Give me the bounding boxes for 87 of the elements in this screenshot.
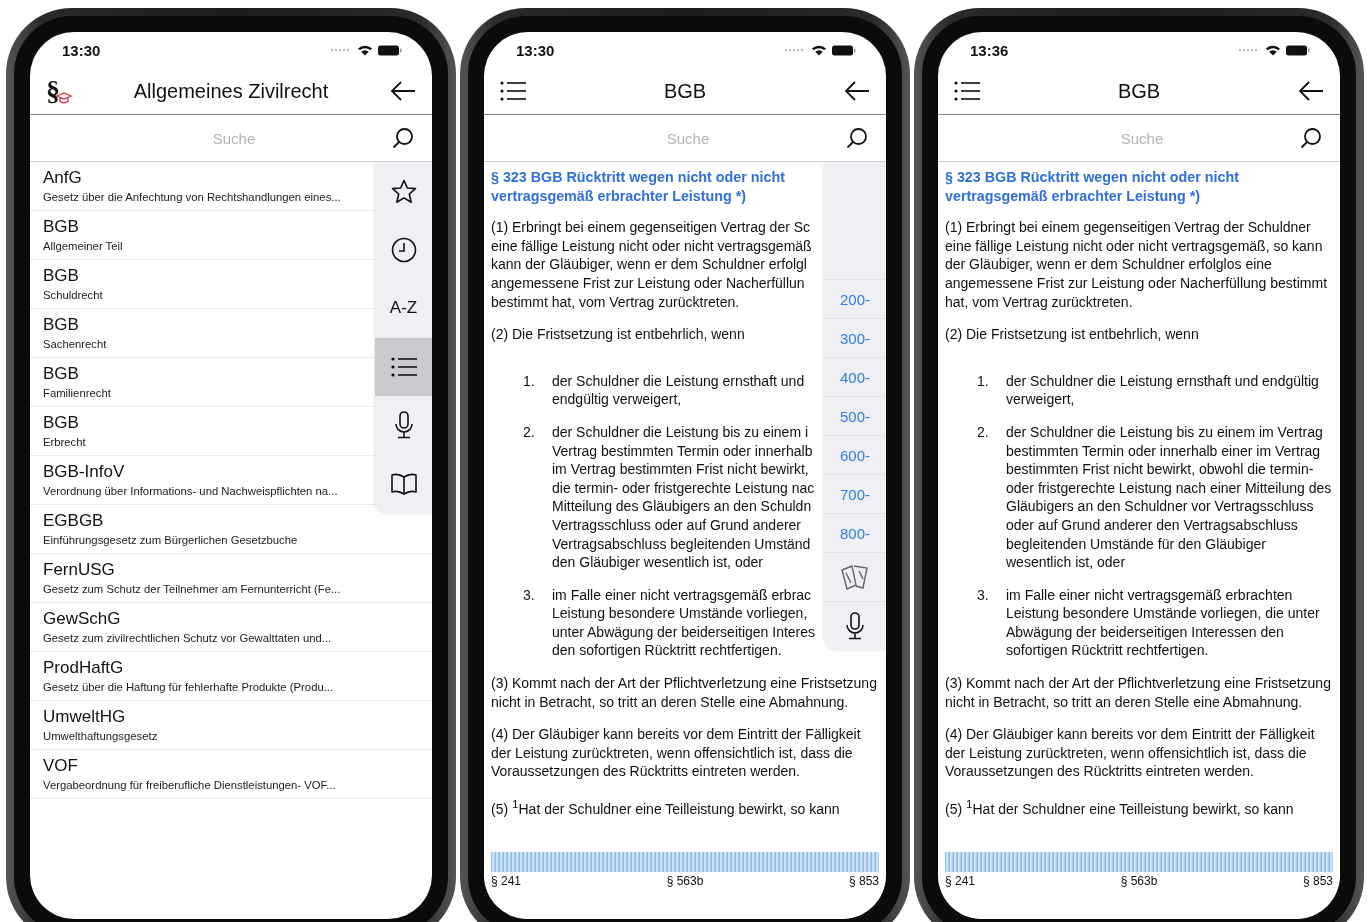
paragraph: (4) Der Gläubiger kann bereits vor dem Eintritt der Fälligkeit der Leistung zurücktreten, wenn offensichtlich ist, dass die Voraussetzungen des Rücktritts eintreten werden. <box>945 725 1316 782</box>
list-item-text: im Falle einer nicht vertragsgemäß erbrac Leistung besondere Umstände vorliegen, unter Abwägung der beiderseitigen Interes den sofortigen Rücktritt rechtfertigen. <box>552 585 816 661</box>
paragraph: (5) $^{1}$Hat der Schuldner eine Teilleistung bewirkt, so kann <box>945 796 1295 819</box>
list-number: 3. <box>977 585 990 605</box>
microphone-icon <box>845 612 865 640</box>
battery-icon <box>832 44 856 56</box>
paragraph: (2) Die Fristsetzung ist entbehrlich, wenn <box>491 325 745 344</box>
toolbar-button[interactable]: A-Z <box>375 279 432 338</box>
paragraph: (1) Erbringt bei einem gegenseitigen Vertrag der Sc eine fällige Leistung nicht oder nicht vertragsgemäß kann der Gläubiger, wenn er dem Schuldner erfolgl angemessene Frist zur Leistung oder Nacherfüllun bestimmt hat, vom Vertrag zurücktreten. <box>491 218 812 312</box>
graduation-cap-icon <box>56 92 72 104</box>
search-icon[interactable] <box>392 127 414 149</box>
toolbar-button[interactable]: 400- <box>824 357 886 396</box>
law-list-item[interactable]: EGBGB Einführungsgesetz zum Bürgerlichen Gesetzbuche <box>43 510 298 548</box>
cards-icon <box>839 563 871 591</box>
signal-icon <box>784 48 804 52</box>
signal-icon <box>330 48 350 52</box>
screen-title: BGB <box>662 79 708 104</box>
search-icon[interactable] <box>846 127 868 149</box>
law-list-item[interactable]: BGB-InfoV Verordnung über Informations- und Nachweispflichten na... <box>43 461 338 499</box>
law-list-item[interactable]: BGB Familienrecht <box>43 363 111 401</box>
list-number: 2. <box>523 422 536 442</box>
list-number: 3. <box>523 585 536 605</box>
list-number: 1. <box>523 371 536 391</box>
paragraph: (2) Die Fristsetzung ist entbehrlich, wenn <box>945 325 1200 344</box>
menu-icon[interactable] <box>954 81 980 101</box>
list-item-text: im Falle einer nicht vertragsgemäß erbrachten Leistung besondere Umstände vorliegen, die unter Abwägung der beiderseitigen Interessen den sofortigen Rücktritt rechtfertigen. <box>1006 585 1321 661</box>
toolbar-button[interactable]: 500- <box>824 396 886 435</box>
clock-icon <box>390 236 417 263</box>
section-heading: § 323 BGB Rücktritt wegen nicht oder nicht vertragsgemäß erbrachter Leistung *) <box>491 168 786 206</box>
screen-title: BGB <box>1116 79 1162 104</box>
scrubber-label: § 241 <box>491 873 522 889</box>
law-list-item[interactable]: BGB Sachenrecht <box>43 314 107 352</box>
status-time: 13:30 <box>62 41 101 59</box>
list-item-text: der Schuldner die Leistung bis zu einem i Vertrag bestimmten Termin oder innerhalb im Vertrag bestimmten Frist nicht bewirkt, die termin- oder fristgerechte Leistung nac Mitteilung des Gläubigers an den Schuldn Vertragsschluss oder auf Grund anderer Vertragsabschluss begleitenden Umständ den Gläubiger wesentlich ist, oder <box>552 422 815 572</box>
scrubber-label: § 853 <box>848 873 879 889</box>
law-list-item[interactable]: AnfG Gesetz über die Anfechtung von Rechtshandlungen eines... <box>43 167 341 205</box>
law-list-item[interactable]: FernUSG Gesetz zum Schutz der Teilnehmer am Fernunterricht (Fe... <box>43 559 341 597</box>
scrubber-label: § 563b <box>1120 873 1158 889</box>
search-field[interactable]: Suche <box>502 128 846 148</box>
microphone-icon <box>393 411 414 440</box>
logo-mark: § <box>46 76 60 106</box>
search-field[interactable]: Suche <box>48 128 392 148</box>
list-icon <box>390 356 417 377</box>
law-list-item[interactable]: UmweltHG Umwelthaftungsgesetz <box>43 706 158 744</box>
list-item-text: der Schuldner die Leistung ernsthaft und endgültig verweigert, <box>1006 371 1320 409</box>
toolbar-button[interactable] <box>375 337 432 396</box>
law-list-item[interactable]: BGB Erbrecht <box>43 412 86 450</box>
toolbar-button[interactable]: 700- <box>824 474 886 513</box>
wifi-icon <box>1265 44 1281 56</box>
scrubber-label: § 853 <box>1302 873 1333 889</box>
wifi-icon <box>357 44 373 56</box>
list-number: 2. <box>977 422 990 442</box>
menu-icon[interactable] <box>500 81 526 101</box>
signal-icon <box>1238 48 1258 52</box>
list-number: 1. <box>977 371 990 391</box>
wifi-icon <box>811 44 827 56</box>
law-list-item[interactable]: BGB Schuldrecht <box>43 265 103 303</box>
screen-title: Allgemeines Zivilrecht <box>132 79 330 104</box>
search-field[interactable]: Suche <box>956 128 1300 148</box>
scrubber-label: § 563b <box>666 873 704 889</box>
list-item-text: der Schuldner die Leistung ernsthaft und endgültig verweigert, <box>552 371 805 409</box>
status-time: 13:36 <box>970 41 1009 59</box>
list-item-text: der Schuldner die Leistung bis zu einem im Vertrag bestimmten Termin oder innerhalb einer im Vertrag bestimmten Frist nicht bewirkt, obwohl die termin- oder fristgerechte Leistung nach einer Mitteilung des Gläubigers an den Schuldner vor Vertragsschluss oder auf Grund anderer den Vertragsabschluss begleitenden Umstände für den Gläubiger wesentlich ist, oder <box>1006 422 1332 572</box>
paragraph: (4) Der Gläubiger kann bereits vor dem Eintritt der Fälligkeit der Leistung zurücktreten, wenn offensichtlich ist, dass die Voraussetzungen des Rücktritts eintreten werden. <box>491 725 862 782</box>
back-arrow-icon[interactable] <box>844 81 870 101</box>
star-icon <box>390 178 417 204</box>
status-time: 13:30 <box>516 41 555 59</box>
law-list-item[interactable]: BGB Allgemeiner Teil <box>43 216 123 254</box>
toolbar-button[interactable]: 200- <box>824 279 886 318</box>
law-list-item[interactable]: GewSchG Gesetz zum zivilrechtlichen Schutz vor Gewalttaten und... <box>43 608 332 646</box>
paragraph: (5) $^{1}$Hat der Schuldner eine Teilleistung bewirkt, so kann <box>491 796 841 819</box>
section-heading: § 323 BGB Rücktritt wegen nicht oder nicht vertragsgemäß erbrachter Leistung *) <box>945 168 1240 206</box>
toolbar-button[interactable]: 300- <box>824 318 886 357</box>
paragraph: (3) Kommt nach der Art der Pflichtverletzung eine Fristsetzung nicht in Betracht, so tritt an deren Stelle eine Abmahnung. <box>491 674 878 712</box>
law-list-item[interactable]: VOF Vergabeordnung für freiberufliche Dienstleistungen- VOF... <box>43 755 336 793</box>
paragraph: (3) Kommt nach der Art der Pflichtverletzung eine Fristsetzung nicht in Betracht, so tritt an deren Stelle eine Abmahnung. <box>945 674 1332 712</box>
back-arrow-icon[interactable] <box>1298 81 1324 101</box>
paragraph: (1) Erbringt bei einem gegenseitigen Vertrag der Schuldner eine fällige Leistung nicht oder nicht vertragsgemäß, so kann der Gläubiger, wenn er dem Schuldner erfolglos eine angemessene Frist zur Leistung oder Nacherfüllung bestimmt hat, vom Vertrag zurücktreten. <box>945 218 1329 312</box>
law-list-item[interactable]: ProdHaftG Gesetz über die Haftung für fehlerhafte Produkte (Produ... <box>43 657 334 695</box>
scrubber-label: § 241 <box>945 873 976 889</box>
toolbar-button[interactable]: 800- <box>824 513 886 552</box>
open-book-icon <box>389 472 418 495</box>
search-icon[interactable] <box>1300 127 1322 149</box>
battery-icon <box>378 44 402 56</box>
battery-icon <box>1286 44 1310 56</box>
toolbar-button[interactable]: 600- <box>824 435 886 474</box>
back-arrow-icon[interactable] <box>390 81 416 101</box>
